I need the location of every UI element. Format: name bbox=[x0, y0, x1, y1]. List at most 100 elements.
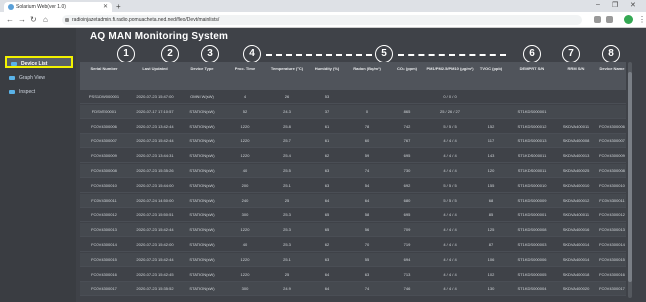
column-header-pm[interactable]: PM1/PM2.5/PM10 (μg/m³) bbox=[426, 66, 474, 71]
table-cell: 37 bbox=[324, 108, 330, 114]
minimize-button[interactable]: – bbox=[596, 1, 600, 8]
table-scrollbar[interactable] bbox=[628, 62, 632, 298]
close-window-button[interactable]: ✕ bbox=[630, 1, 636, 9]
table-cell: 74 bbox=[364, 168, 370, 173]
tab-title: Solarium Web(ver 1.0) bbox=[16, 4, 66, 10]
column-header-proc-time[interactable]: Proc. Time bbox=[226, 66, 264, 71]
table-cell: 64 bbox=[324, 271, 330, 277]
column-marker-8: 8 bbox=[602, 45, 620, 63]
table-cell: 25.5 bbox=[283, 168, 291, 173]
table-cell: 25.1 bbox=[283, 182, 291, 188]
table-row[interactable]: FC0V4300013 2020-07-23 15:42:44 STATION(sW… bbox=[80, 223, 626, 238]
column-header-temperature[interactable]: Temperature (°C) bbox=[268, 66, 306, 71]
table-cell: 120 bbox=[487, 168, 495, 173]
table-cell: STATION(sW) bbox=[189, 242, 215, 247]
table-row[interactable]: FC0V4300007 2020-07-23 15:42:44 STATION(sW… bbox=[80, 134, 626, 149]
scrollbar-thumb[interactable] bbox=[628, 72, 632, 282]
column-header-demprt-sn[interactable]: DEMPRT S/N bbox=[510, 66, 554, 71]
table-cell: 40 bbox=[242, 168, 248, 173]
browser-toolbar: ← → ↻ ⌂ radioinjazetadmin.fi.radio.pomua… bbox=[0, 12, 646, 28]
table-row[interactable]: FC0V4300014 2020-07-23 15:42:00 STATION(sW… bbox=[80, 238, 626, 252]
column-header-radon[interactable]: Radon (Bq/m³) bbox=[348, 66, 386, 71]
table-cell: 695 bbox=[403, 153, 411, 159]
table-row[interactable]: FC0V4300017 2020-07-23 15:35:52 STATION(sW… bbox=[80, 282, 626, 297]
table-cell: 78 bbox=[364, 123, 370, 129]
column-header-co2[interactable]: CO₂ (ppm) bbox=[388, 66, 426, 71]
tab-close-icon[interactable]: ✕ bbox=[103, 2, 108, 12]
table-cell: 56 bbox=[364, 227, 370, 233]
sidebar-item-graph-view[interactable]: Graph View bbox=[5, 72, 73, 84]
table-row[interactable]: FC0V4300008 2020-07-23 15:35:26 STATION(sW… bbox=[80, 164, 626, 178]
column-header-device-type[interactable]: Device Type bbox=[182, 66, 222, 71]
forward-icon[interactable]: → bbox=[18, 15, 26, 24]
table-row[interactable]: FC0V4300012 2020-07-23 15:50:51 STATION(sW… bbox=[80, 208, 626, 223]
table-cell: FC0V4300013 bbox=[91, 227, 117, 233]
sidebar-item-device-list[interactable]: Device List bbox=[5, 56, 73, 68]
table-row[interactable]: FC0V4300016 2020-07-23 15:42:45 STATION(sW… bbox=[80, 268, 626, 282]
table-cell: FC0V4300006 bbox=[91, 123, 117, 129]
table-cell: 74 bbox=[364, 286, 370, 292]
table-row[interactable]: FC0V4300009 2020-07-23 13:44:31 STATION(sW… bbox=[80, 149, 626, 164]
table-row[interactable]: FDSVE00001 2020-07-17 17:10:57 STATION(sW)… bbox=[80, 104, 626, 119]
table-cell: 4 / 4 / 4 bbox=[443, 271, 457, 277]
extension-icon[interactable] bbox=[606, 16, 613, 23]
home-icon[interactable]: ⌂ bbox=[43, 15, 48, 24]
back-icon[interactable]: ← bbox=[6, 15, 14, 24]
table-cell: 60 bbox=[364, 138, 370, 144]
column-header-tvoc[interactable]: TVOC (ppb) bbox=[474, 66, 508, 71]
table-cell: 25 / 26 / 27 bbox=[439, 108, 460, 114]
table-cell: 25.7 bbox=[283, 138, 291, 144]
table-cell: FC0V4300009 bbox=[91, 153, 117, 159]
table-cell: 0 bbox=[365, 108, 369, 114]
table-cell: 117 bbox=[487, 138, 495, 144]
table-row[interactable]: FC0V4300015 2020-07-23 15:42:44 STATION(sW… bbox=[80, 252, 626, 267]
table-cell: 130 bbox=[487, 286, 495, 292]
table-cell: 25.4 bbox=[283, 153, 291, 159]
table-row[interactable]: FC0V4300010 2020-07-23 15:44:00 STATION(sW… bbox=[80, 179, 626, 193]
table-cell: 4 / 4 / 4 bbox=[443, 168, 457, 173]
column-marker-4: 4 bbox=[243, 45, 261, 63]
table-cell: STATION(sW) bbox=[189, 286, 215, 292]
new-tab-button[interactable]: + bbox=[116, 2, 121, 11]
column-marker-5: 5 bbox=[375, 45, 393, 63]
extension-icon[interactable] bbox=[594, 16, 601, 23]
reload-icon[interactable]: ↻ bbox=[30, 15, 37, 24]
table-cell: 2020-07-23 15:42:44 bbox=[136, 227, 174, 233]
table-cell: 58 bbox=[364, 212, 370, 218]
table-cell: 63 bbox=[364, 271, 370, 277]
table-row[interactable]: FC0V4300011 2020-07-24 14:50:00 STATION(sW… bbox=[80, 193, 626, 208]
table-cell: 70 bbox=[364, 242, 370, 247]
column-header-humidity[interactable]: Humidity (%) bbox=[308, 66, 346, 71]
table-cell: 24.3 bbox=[283, 108, 291, 114]
table-cell: FC0V4300008 bbox=[91, 168, 117, 173]
table-cell: FC0V4300010 bbox=[91, 182, 117, 188]
table-cell: 63 bbox=[324, 182, 330, 188]
tab-favicon-icon bbox=[8, 4, 14, 10]
table-cell: 40 bbox=[242, 242, 248, 247]
table-cell: 200 bbox=[241, 182, 249, 188]
table-cell: FC0V4300017 bbox=[91, 286, 117, 292]
table-cell: 143 bbox=[487, 153, 495, 159]
table-cell: ST1KDS000008 bbox=[517, 227, 547, 233]
table-cell: 2020-07-23 13:42:44 bbox=[136, 123, 174, 129]
table-row[interactable]: FC0V4300006 2020-07-23 13:42:44 STATION(sW… bbox=[80, 120, 626, 134]
table-cell: 4 / 4 / 4 bbox=[443, 286, 457, 292]
table-cell: 746 bbox=[403, 286, 411, 292]
table-cell: FC0V4300014 bbox=[91, 242, 117, 247]
column-header-serial[interactable]: Serial Number bbox=[80, 66, 128, 71]
browser-menu-icon[interactable]: ⋮ bbox=[638, 15, 646, 24]
table-cell: 54 bbox=[364, 182, 370, 188]
browser-tab[interactable]: Solarium Web(ver 1.0) ✕ bbox=[4, 2, 112, 12]
table-cell: 4 / 4 / 4 bbox=[443, 256, 457, 262]
chart-icon bbox=[9, 76, 15, 80]
table-cell: STATION(sW) bbox=[189, 182, 215, 188]
profile-avatar[interactable] bbox=[624, 15, 633, 24]
table-cell: 65 bbox=[324, 212, 330, 218]
sidebar-item-inspect[interactable]: Inspect bbox=[5, 86, 73, 98]
table-row[interactable]: PSS1DW000001 2020-07-23 15:47:00 OMNI W(sW… bbox=[80, 90, 626, 104]
column-header-last-updated[interactable]: Last Updated bbox=[132, 66, 178, 71]
table-cell: 62 bbox=[324, 242, 330, 247]
maximize-button[interactable]: ❐ bbox=[612, 1, 618, 9]
address-bar[interactable]: radioinjazetadmin.fi.radio.pomuacheta.ne… bbox=[62, 15, 582, 25]
table-cell: 695 bbox=[403, 212, 411, 218]
